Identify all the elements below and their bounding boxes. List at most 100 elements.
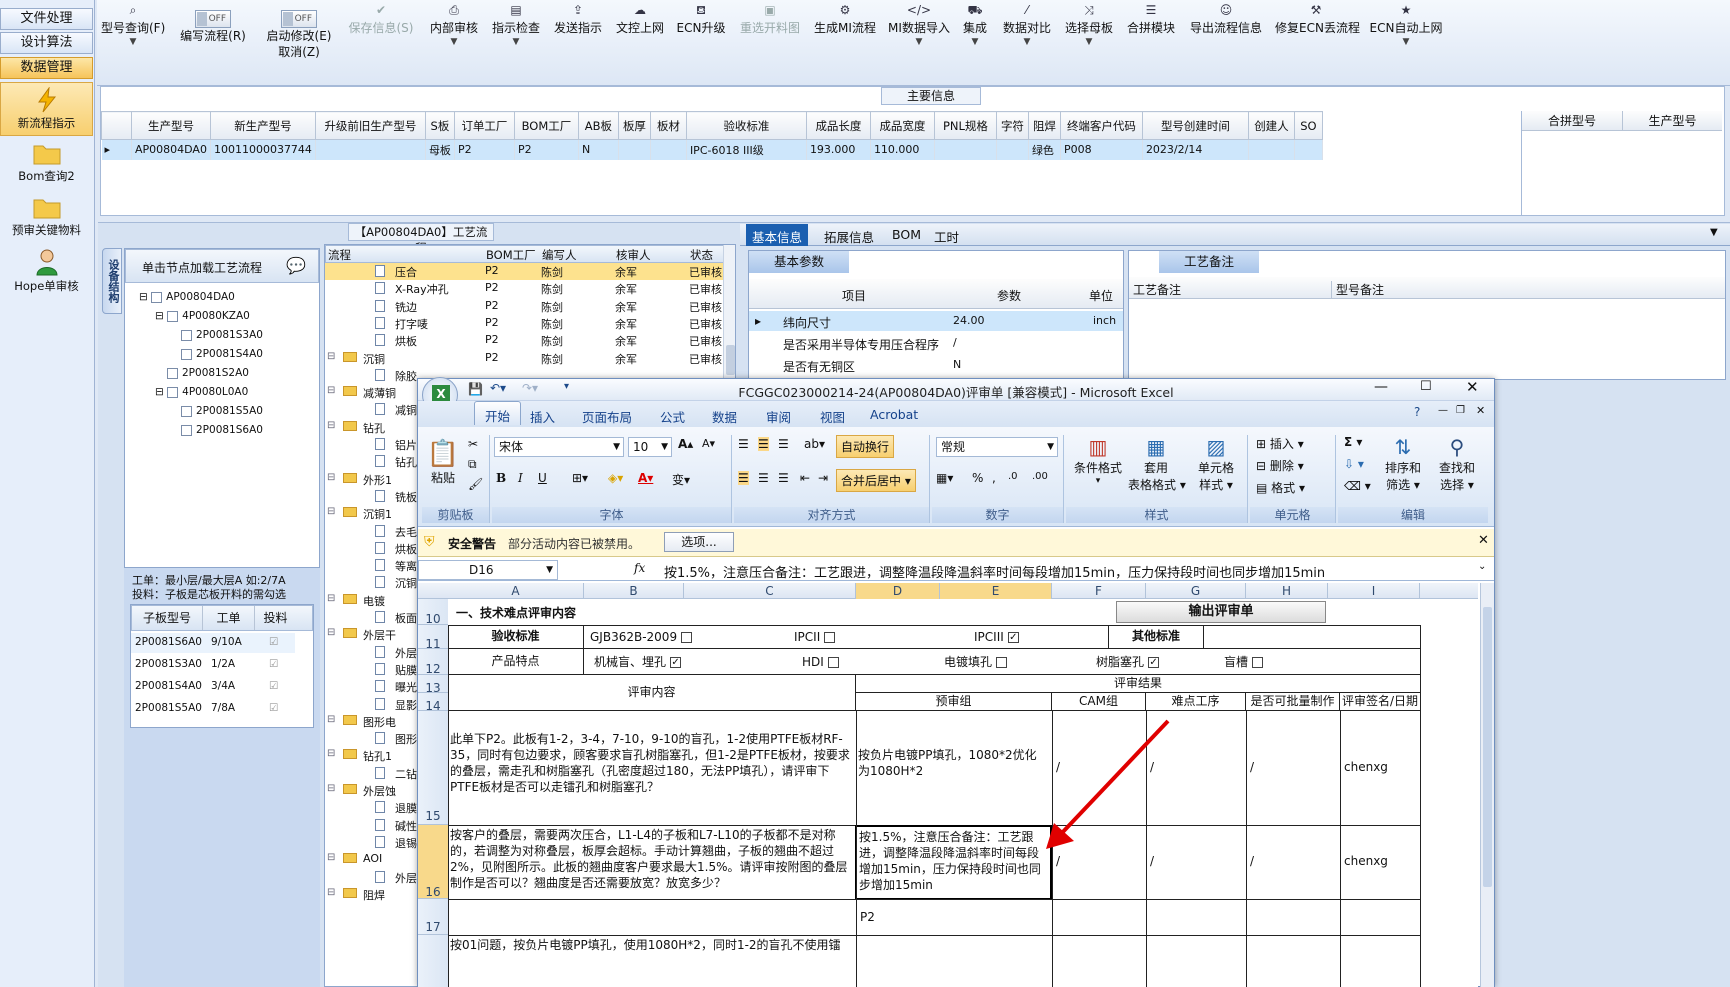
cell[interactable]: P008	[1060, 139, 1143, 160]
tab-page-layout[interactable]: 页面布局	[582, 407, 632, 426]
table-row[interactable]: ▸ 纬向尺寸 24.00 inch	[749, 311, 1123, 331]
col-header[interactable]: 工艺备注	[1133, 281, 1181, 298]
tab-acrobat[interactable]: Acrobat	[870, 407, 918, 422]
table-row[interactable]: 2P0081S6A0 9/10A ☑	[131, 633, 295, 653]
tree-node[interactable]: 2P0081S3A0	[181, 329, 263, 341]
ecn-auto-online-button[interactable]: ★ ECN自动上网 ▼	[1369, 0, 1443, 70]
format-as-table-button[interactable]: ▦ 套用 表格格式 ▾	[1128, 435, 1186, 493]
increase-decimal-icon[interactable]: .0	[1008, 471, 1018, 482]
col-header[interactable]: 生产型号	[131, 111, 211, 140]
row16-sign[interactable]: chenxg	[1344, 853, 1388, 869]
cell[interactable]: AP00804DA0	[131, 139, 211, 160]
col-C[interactable]: C	[684, 583, 856, 599]
nav-new-process[interactable]: 新流程指示	[0, 82, 93, 136]
checkbox[interactable]	[167, 386, 179, 398]
checkbox[interactable]: ✓	[670, 657, 682, 668]
row16-content[interactable]: 按客户的叠层，需要两次压合，L1-L4的子板和L7-L10的子板都不是对称的，若…	[450, 827, 854, 897]
table-row[interactable]: 2P0081S3A0 1/2A ☑	[131, 655, 295, 675]
checkbox[interactable]: ☑	[269, 702, 278, 714]
row-10[interactable]: 10	[418, 599, 448, 626]
col-header[interactable]: SO	[1293, 111, 1323, 140]
align-top-icon[interactable]: ☰	[738, 437, 749, 451]
col-header[interactable]: 合拼型号	[1522, 111, 1622, 131]
undo-icon[interactable]: ↶▾	[490, 381, 506, 395]
col-header[interactable]: 终端客户代码	[1059, 111, 1143, 140]
checkbox[interactable]	[167, 367, 178, 379]
tab-view[interactable]: 视图	[820, 407, 845, 426]
phonetic-icon[interactable]: 变▾	[672, 471, 690, 488]
tab-formulas[interactable]: 公式	[660, 407, 685, 426]
collapse-icon[interactable]: ⊟	[327, 351, 335, 362]
cell[interactable]: N	[578, 139, 619, 160]
align-bottom-icon[interactable]: ☰	[778, 437, 789, 451]
close-icon[interactable]: ✕	[1478, 533, 1489, 548]
formula-input[interactable]: 按1.5%，注意压合备注：工艺跟进，调整降温段降温斜率时间每段增加15min，压…	[664, 562, 1325, 581]
row17-pre[interactable]: P2	[860, 909, 875, 925]
checkbox[interactable]	[1252, 657, 1264, 668]
cell[interactable]: /	[953, 336, 957, 349]
cell[interactable]	[1294, 139, 1323, 160]
feat-option-hdi[interactable]: HDI	[802, 654, 839, 670]
col-header[interactable]: 阻焊	[1027, 111, 1061, 140]
scrollbar-thumb[interactable]	[726, 345, 735, 375]
checkbox[interactable]	[181, 329, 192, 341]
tab-basic-info[interactable]: 基本信息	[746, 224, 809, 246]
tree-node[interactable]: 2P0081S4A0	[181, 348, 263, 360]
checkbox[interactable]	[681, 632, 693, 643]
col-header[interactable]: 项目	[781, 287, 927, 304]
batch-header[interactable]: 是否可批量制作	[1246, 693, 1340, 711]
scrollbar-thumb[interactable]	[1483, 607, 1492, 887]
flow-row[interactable]: 打字唛 P2 陈剑 余军 已审核	[325, 315, 723, 332]
bold-button[interactable]: B	[496, 471, 506, 485]
accept-std-label[interactable]: 验收标准	[448, 625, 584, 649]
tab-process-remarks[interactable]: 工艺备注	[1159, 251, 1259, 273]
checkbox[interactable]: ☑	[269, 658, 278, 670]
start-edit-toggle[interactable]: OFF 启动修改(E) 取消(Z)	[263, 0, 335, 70]
cell[interactable]: P2	[454, 139, 515, 160]
table-row[interactable]: 2P0081S5A0 7/8A ☑	[131, 699, 295, 719]
autosum-icon[interactable]: Σ ▾	[1344, 435, 1362, 449]
tab-hours[interactable]: 工时	[934, 227, 959, 246]
checkbox[interactable]	[181, 348, 192, 360]
cell[interactable]: 10011000037744	[210, 139, 316, 160]
redo-icon[interactable]: ↷▾	[522, 381, 538, 395]
side-tab-structure[interactable]: 设备结构	[102, 248, 122, 314]
merge-module-button[interactable]: ☰ 合拼模块	[1125, 0, 1177, 70]
col-header[interactable]: 新生产型号	[209, 111, 316, 140]
row15-sign[interactable]: chenxg	[1344, 759, 1388, 775]
minimize-icon[interactable]: —	[1374, 379, 1388, 395]
cell[interactable]: P2	[514, 139, 579, 160]
std-option-ipc3[interactable]: IPCIII ✓	[974, 629, 1019, 645]
hard-process-header[interactable]: 难点工序	[1146, 693, 1246, 711]
col-header[interactable]: 板厚	[617, 111, 651, 140]
cell[interactable]	[315, 139, 426, 160]
collapse-icon[interactable]: ⊟	[327, 627, 335, 638]
help-icon[interactable]: ?	[1414, 405, 1420, 419]
checkbox[interactable]: ☑	[269, 680, 278, 692]
tree-node[interactable]: 2P0081S2A0	[167, 367, 249, 379]
row-13[interactable]: 13	[418, 675, 448, 695]
font-name-select[interactable]: 宋体 ▼	[494, 437, 624, 457]
cell[interactable]: N	[953, 358, 961, 371]
table-row[interactable]: 是否采用半导体专用压合程序 /	[749, 333, 1123, 353]
col-header[interactable]: 核审人	[616, 247, 651, 263]
col-header[interactable]: 字符	[995, 111, 1029, 140]
align-center-icon[interactable]: ☰	[758, 471, 769, 485]
col-F[interactable]: F	[1052, 583, 1146, 599]
col-header[interactable]: 参数	[949, 287, 1069, 304]
qat-customize-icon[interactable]: ▾	[564, 381, 569, 392]
col-B[interactable]: B	[584, 583, 684, 599]
tree-node[interactable]: ⊟ AP00804DA0	[139, 291, 235, 303]
std-option-ipc2[interactable]: IPCII	[794, 629, 836, 645]
tab-home[interactable]: 开始	[474, 401, 522, 425]
feat-option-blind-slot[interactable]: 盲槽	[1224, 654, 1264, 670]
cell[interactable]: IPC-6018 III级	[686, 139, 807, 160]
grow-font-icon[interactable]: A▴	[678, 437, 693, 451]
col-A[interactable]: A	[448, 583, 584, 599]
reselect-layout-button[interactable]: ▣ 重选开料图	[737, 0, 803, 70]
flow-row[interactable]: 铣边 P2 陈剑 余军 已审核	[325, 298, 723, 315]
border-icon[interactable]: ⊞▾	[572, 471, 588, 485]
save-info-button[interactable]: ✔ 保存信息(S)	[347, 0, 415, 70]
row-17[interactable]: 17	[418, 899, 448, 935]
collapse-icon[interactable]: ⊟	[327, 783, 335, 794]
